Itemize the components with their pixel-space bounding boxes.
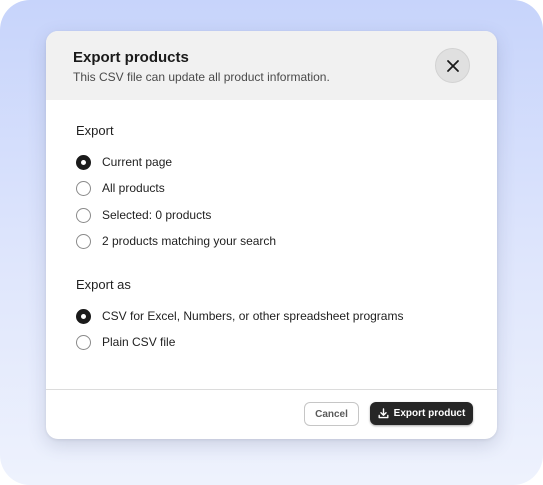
option-label: Plain CSV file	[102, 335, 176, 349]
export-products-dialog: Export products This CSV file can update…	[46, 31, 497, 439]
dialog-subtitle: This CSV file can update all product inf…	[73, 70, 330, 84]
close-button[interactable]	[435, 48, 470, 83]
dialog-header: Export products This CSV file can update…	[46, 31, 497, 100]
export-product-label: Export product	[393, 408, 466, 419]
radio-plain-csv[interactable]	[76, 334, 91, 350]
export-option-current-page[interactable]: Current page	[76, 153, 172, 171]
cancel-button[interactable]: Cancel	[304, 402, 359, 426]
export-as-option-plain-csv[interactable]: Plain CSV file	[76, 333, 175, 351]
export-option-all-products[interactable]: All products	[76, 179, 165, 197]
radio-selected[interactable]	[76, 207, 91, 223]
export-as-section-label: Export as	[76, 277, 131, 292]
footer-divider	[46, 389, 497, 390]
radio-matching-search[interactable]	[76, 233, 91, 249]
option-label: All products	[102, 181, 165, 195]
radio-csv-excel[interactable]	[76, 308, 91, 324]
export-option-matching-search[interactable]: 2 products matching your search	[76, 232, 276, 250]
dialog-title: Export products	[73, 49, 189, 66]
option-label: Selected: 0 products	[102, 208, 212, 222]
export-as-option-csv-excel[interactable]: CSV for Excel, Numbers, or other spreads…	[76, 307, 403, 325]
radio-all-products[interactable]	[76, 180, 91, 196]
download-icon	[378, 408, 389, 419]
option-label: CSV for Excel, Numbers, or other spreads…	[102, 309, 404, 323]
export-section-label: Export	[76, 123, 114, 138]
option-label: Current page	[102, 155, 173, 169]
radio-current-page[interactable]	[76, 154, 91, 170]
export-option-selected[interactable]: Selected: 0 products	[76, 206, 211, 224]
close-icon	[446, 59, 459, 72]
export-product-button[interactable]: Export product	[370, 402, 473, 425]
option-label: 2 products matching your search	[102, 234, 277, 248]
